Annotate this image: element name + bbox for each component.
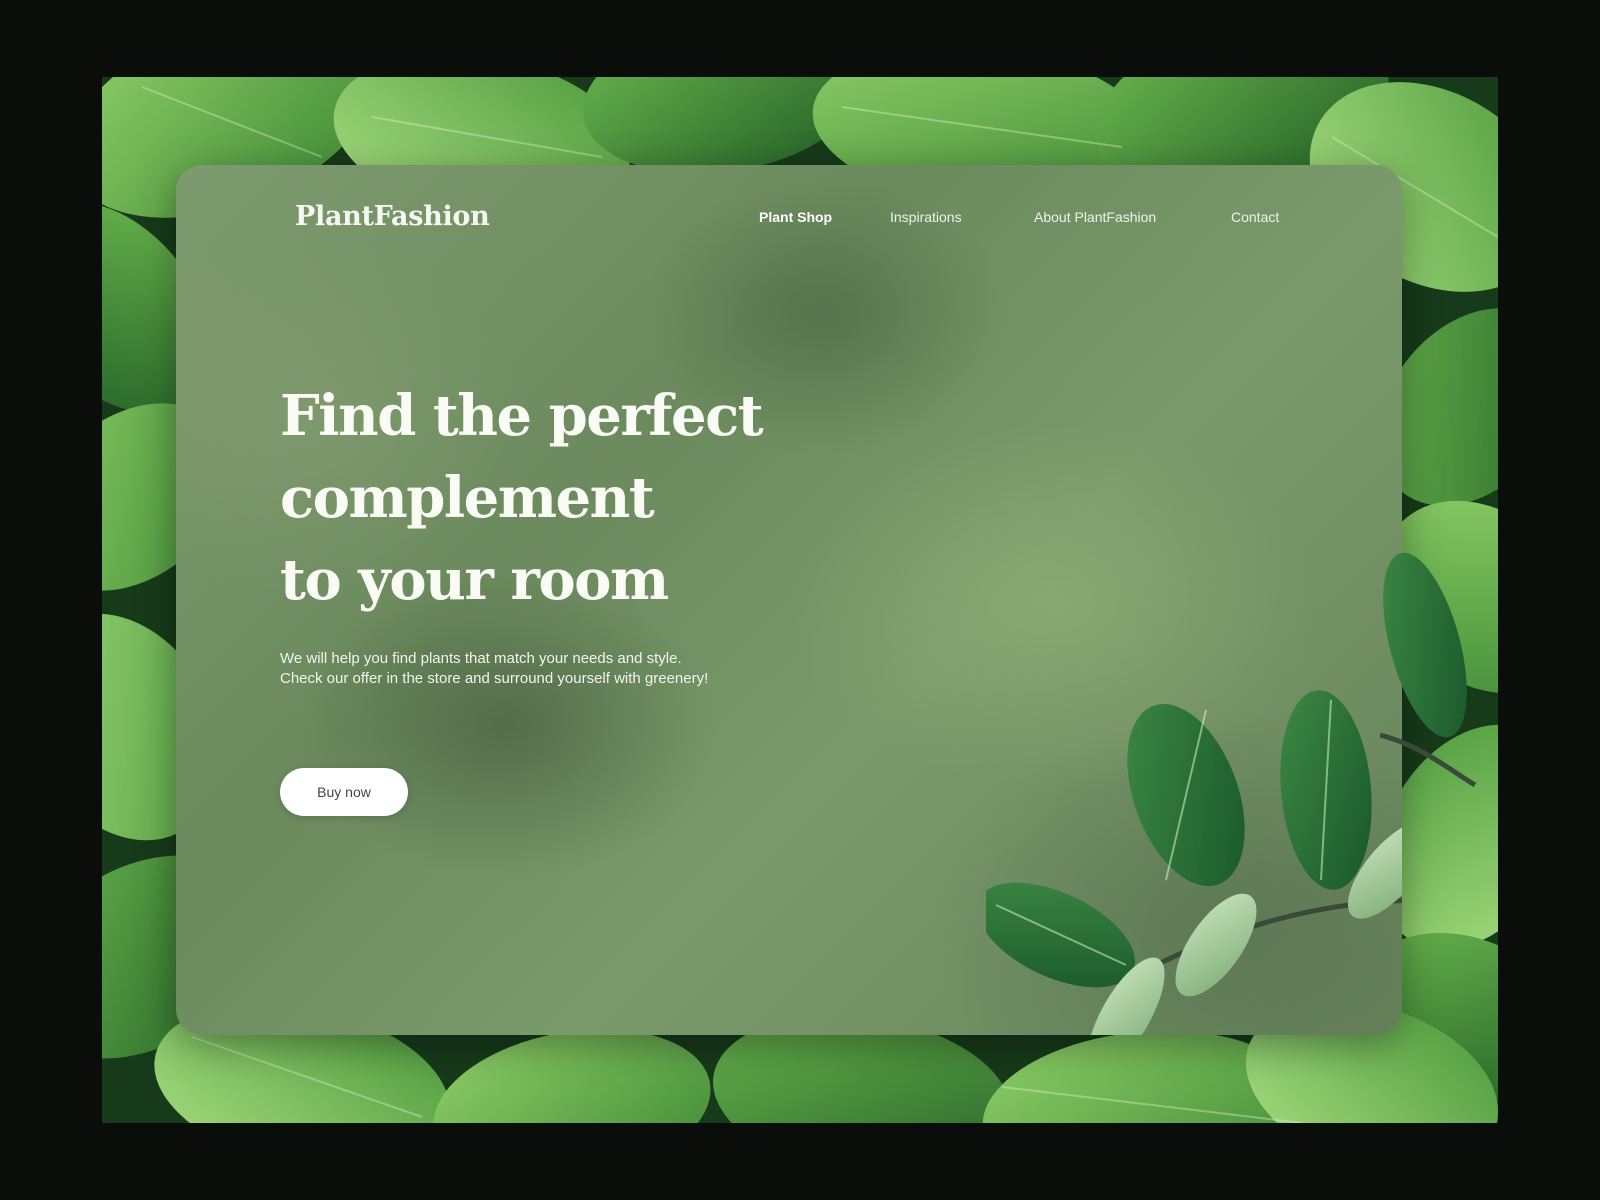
buy-now-button[interactable]: Buy now xyxy=(280,768,408,816)
plant-branch-overflow xyxy=(1380,552,1477,788)
hero-subtitle-line: We will help you find plants that match … xyxy=(280,650,682,667)
plant-branch-image xyxy=(986,690,1402,1035)
main-nav: Plant Shop Inspirations About PlantFashi… xyxy=(176,209,1402,233)
hero-subtitle: We will help you find plants that match … xyxy=(280,649,840,689)
hero-subtitle-line: Check our offer in the store and surroun… xyxy=(280,670,709,687)
hero-title-line: complement xyxy=(280,465,655,531)
nav-item-about[interactable]: About PlantFashion xyxy=(1034,209,1156,225)
nav-item-contact[interactable]: Contact xyxy=(1231,209,1279,225)
nav-item-plant-shop[interactable]: Plant Shop xyxy=(759,209,832,225)
hero-title-line: to your room xyxy=(280,547,669,613)
hero-card: PlantFashion Plant Shop Inspirations Abo… xyxy=(176,165,1402,1035)
hero-title-line: Find the perfect xyxy=(280,383,764,449)
hero-title: Find the perfect complement to your room xyxy=(280,375,900,621)
nav-item-inspirations[interactable]: Inspirations xyxy=(890,209,962,225)
